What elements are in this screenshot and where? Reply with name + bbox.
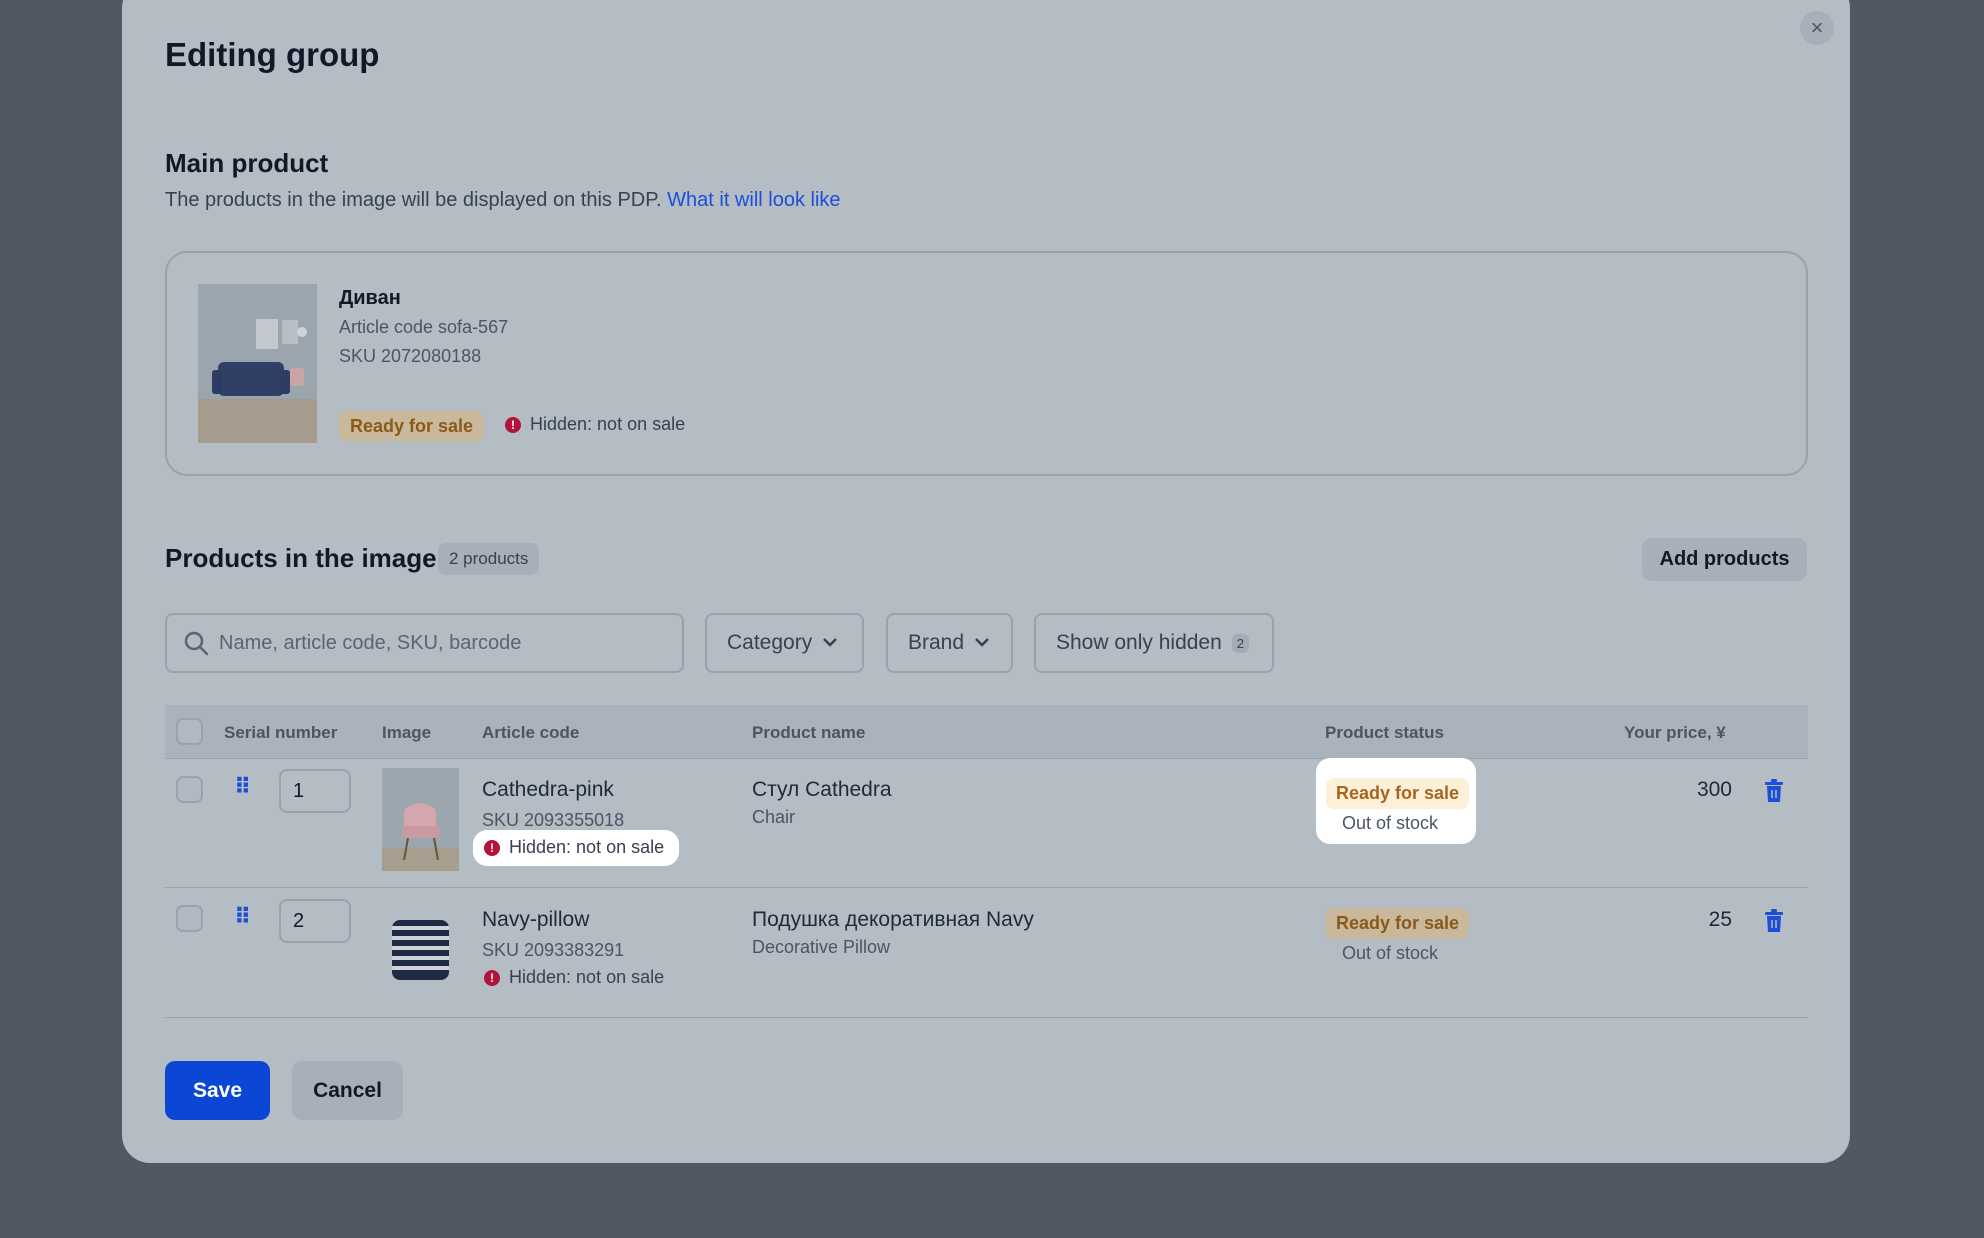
main-product-hidden-note: ! Hidden: not on sale (505, 414, 685, 435)
trash-icon[interactable] (1763, 909, 1785, 933)
row-stock-status: Out of stock (1342, 943, 1439, 963)
hidden-count-badge: 2 (1231, 633, 1250, 653)
chevron-down-icon (975, 638, 989, 647)
save-button[interactable]: Save (165, 1061, 270, 1120)
row-status-badge: Ready for sale (1326, 908, 1470, 939)
column-serial-number: Serial number (224, 723, 338, 742)
modal-title: Editing group (165, 36, 380, 73)
products-count-badge: 2 products (438, 543, 540, 575)
row-divider (165, 887, 1808, 888)
chevron-down-icon (823, 638, 838, 647)
select-all-checkbox[interactable] (176, 718, 203, 745)
preview-link[interactable]: What it will look like (667, 189, 840, 211)
column-image: Image (382, 723, 432, 742)
search-icon (184, 631, 209, 656)
serial-number-input[interactable]: 1 (279, 769, 351, 813)
main-product-article: Article code sofa-567 (339, 317, 509, 337)
row-sku: SKU 2093383291 (482, 940, 625, 960)
add-products-button[interactable]: Add products (1642, 538, 1807, 581)
warning-icon: ! (484, 969, 500, 986)
row-product-name: Стул Cathedra (752, 778, 892, 801)
show-only-hidden-filter[interactable]: Show only hidden 2 (1034, 613, 1274, 673)
row-price: 300 (1696, 778, 1732, 801)
drag-handle-icon[interactable]: ⠿ (234, 904, 252, 930)
drag-handle-icon[interactable]: ⠿ (234, 774, 252, 800)
row-checkbox[interactable] (176, 776, 203, 803)
serial-number-input[interactable]: 2 (279, 899, 351, 943)
brand-filter[interactable]: Brand (886, 613, 1013, 673)
row-product-category: Decorative Pillow (752, 937, 891, 957)
main-product-image (198, 284, 317, 443)
column-price: Your price, ¥ (1624, 723, 1726, 742)
row-sku: SKU 2093355018 (482, 810, 625, 830)
row-product-name: Подушка декоративная Navy (752, 908, 1034, 931)
row-product-category: Chair (752, 807, 796, 827)
product-image (382, 768, 459, 871)
row-article-code: Navy-pillow (482, 908, 590, 931)
category-filter[interactable]: Category (705, 613, 864, 673)
product-image (382, 898, 459, 1001)
row-status-badge: Ready for sale (1326, 778, 1470, 809)
products-heading: Products in the image (165, 543, 437, 573)
row-checkbox[interactable] (176, 905, 203, 932)
trash-icon[interactable] (1763, 779, 1785, 803)
column-product-name: Product name (752, 723, 866, 742)
column-article-code: Article code (482, 723, 580, 742)
main-product-status-badge: Ready for sale (339, 411, 485, 441)
close-button[interactable]: × (1800, 11, 1834, 45)
row-hidden-note: ! Hidden: not on sale (484, 967, 664, 988)
close-icon: × (1810, 15, 1824, 40)
main-product-name: Диван (339, 287, 401, 309)
row-price: 25 (1708, 908, 1732, 931)
main-product-heading: Main product (165, 148, 329, 178)
product-search (165, 613, 684, 673)
main-product-sku: SKU 2072080188 (339, 346, 482, 366)
cancel-button[interactable]: Cancel (292, 1061, 403, 1120)
row-stock-status: Out of stock (1342, 813, 1439, 833)
row-divider (165, 1017, 1808, 1018)
main-product-description: The products in the image will be displa… (165, 189, 841, 211)
warning-icon: ! (484, 839, 500, 856)
warning-icon: ! (505, 416, 521, 433)
search-input[interactable] (219, 631, 659, 655)
row-article-code: Cathedra-pink (482, 778, 614, 801)
row-hidden-note: ! Hidden: not on sale (484, 837, 664, 858)
column-product-status: Product status (1325, 723, 1445, 742)
